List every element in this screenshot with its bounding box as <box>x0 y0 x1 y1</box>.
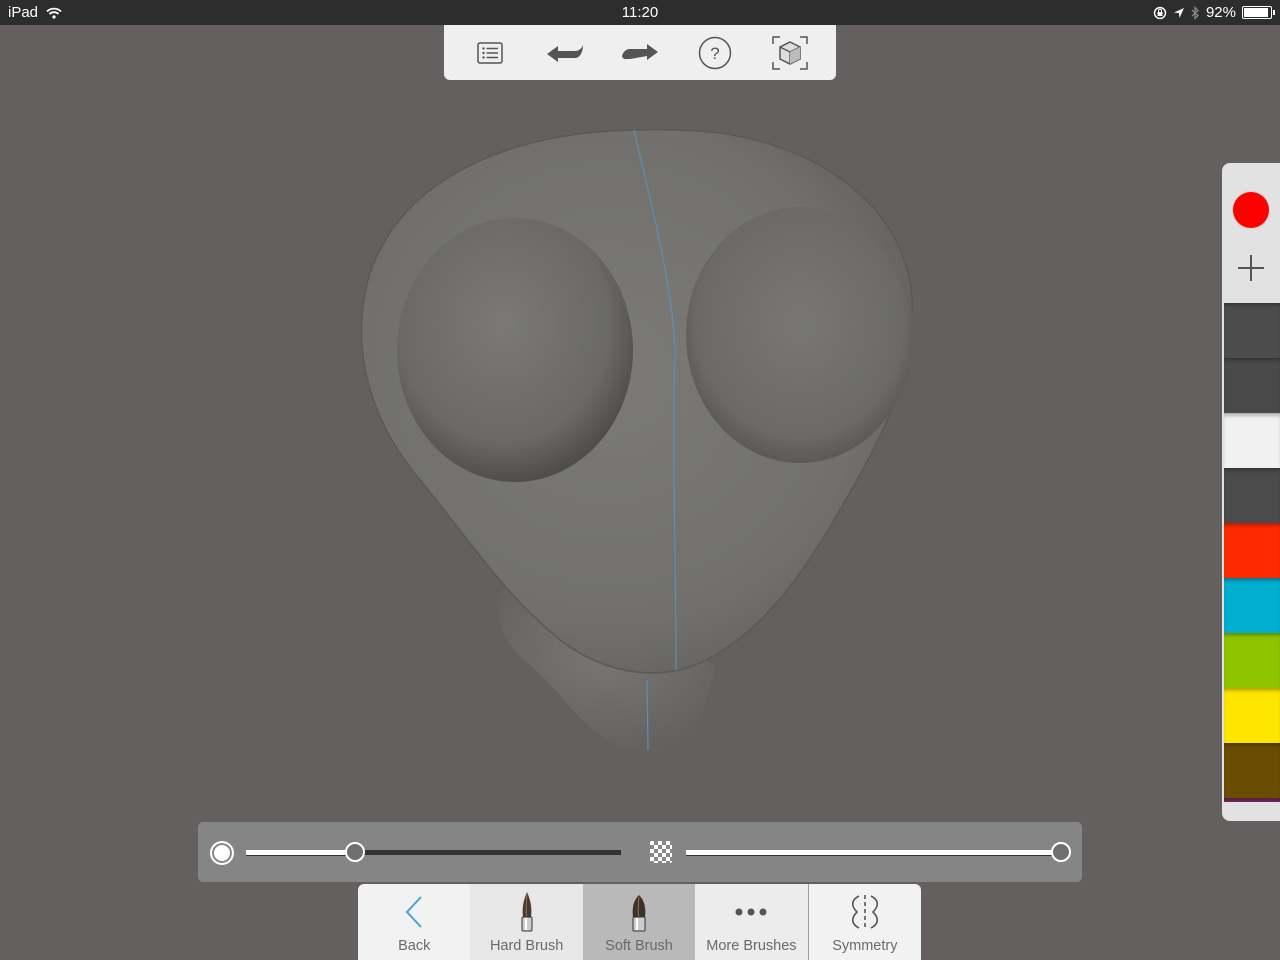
color-swatch[interactable] <box>1224 798 1280 802</box>
back-button[interactable]: Back <box>358 884 470 960</box>
color-swatch[interactable] <box>1224 413 1280 468</box>
battery-percent: 92% <box>1205 4 1236 21</box>
back-label: Back <box>398 938 431 954</box>
hard-brush-button[interactable]: Hard Brush <box>470 884 583 960</box>
opacity-slider-handle[interactable] <box>1051 842 1071 862</box>
size-slider-handle[interactable] <box>344 842 365 862</box>
color-swatch[interactable] <box>1224 633 1280 688</box>
alien-head-model[interactable] <box>0 25 1220 820</box>
ellipsis-icon <box>735 908 767 916</box>
color-swatch[interactable] <box>1224 578 1280 633</box>
color-palette <box>1222 163 1280 821</box>
color-swatches <box>1224 303 1280 802</box>
brush-size-icon <box>210 841 234 865</box>
more-brushes-label: More Brushes <box>706 938 797 954</box>
color-swatch[interactable] <box>1224 468 1280 523</box>
color-swatch[interactable] <box>1224 743 1280 798</box>
current-color-swatch[interactable] <box>1233 192 1269 228</box>
bluetooth-icon <box>1191 5 1199 20</box>
clock: 11:20 <box>621 4 659 21</box>
location-icon <box>1173 7 1184 18</box>
model-right-eye <box>686 207 914 463</box>
brush-sliders-panel <box>198 822 1082 882</box>
soft-brush-button[interactable]: Soft Brush <box>582 884 696 960</box>
add-color-button[interactable] <box>1236 253 1266 283</box>
symmetry-button[interactable]: Symmetry <box>807 884 921 960</box>
opacity-slider-fill <box>686 850 1061 856</box>
sculpt-viewport[interactable] <box>0 25 1220 820</box>
bottom-toolbar: Back Hard Brush Soft Brush More Brushes … <box>358 884 921 960</box>
hard-brush-label: Hard Brush <box>489 938 564 954</box>
chevron-left-icon <box>405 896 422 928</box>
transparency-checker-icon <box>650 841 672 863</box>
hard-brush-icon <box>521 892 533 932</box>
soft-brush-label: Soft Brush <box>605 938 673 954</box>
color-swatch[interactable] <box>1224 688 1280 743</box>
symmetry-label: Symmetry <box>832 938 898 954</box>
orientation-lock-icon <box>1153 6 1167 19</box>
symmetry-icon <box>851 895 878 929</box>
more-brushes-button[interactable]: More Brushes <box>695 884 808 960</box>
color-swatch[interactable] <box>1224 523 1280 578</box>
battery-icon <box>1242 6 1275 19</box>
color-swatch[interactable] <box>1224 303 1280 358</box>
color-swatch[interactable] <box>1224 358 1280 413</box>
soft-brush-icon <box>632 895 646 932</box>
status-bar: iPad 11:20 92% <box>0 0 1280 25</box>
size-slider-fill <box>246 850 355 856</box>
model-left-eye <box>397 218 633 482</box>
battery-level <box>1244 8 1268 17</box>
